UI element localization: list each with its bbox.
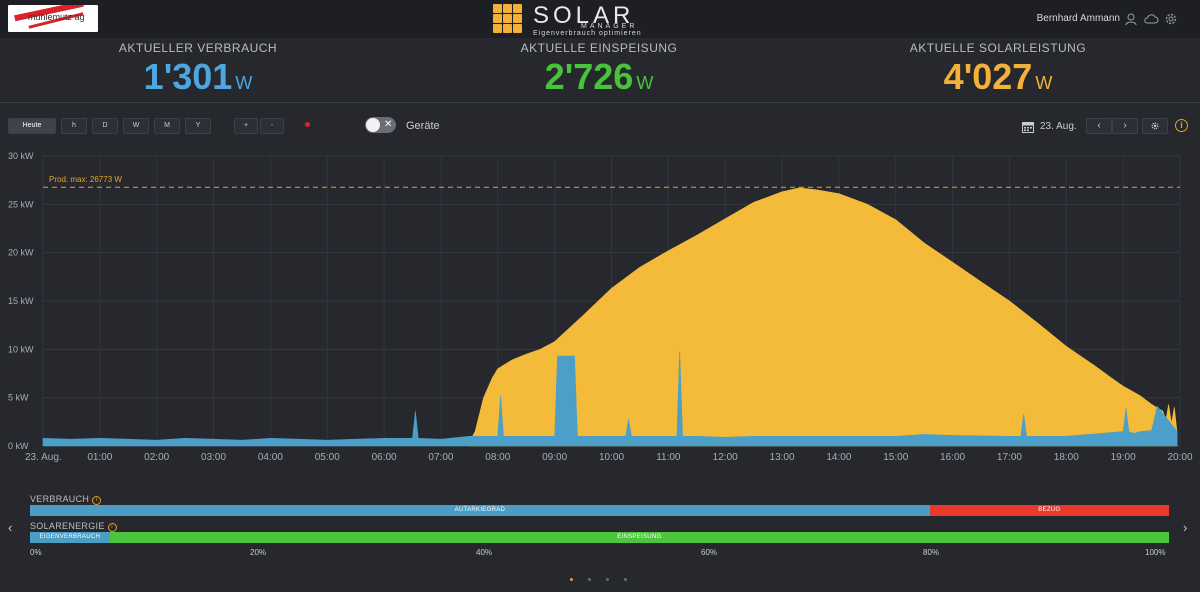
x-tick-label: 13:00: [770, 452, 795, 463]
devices-label: Geräte: [406, 120, 440, 132]
period-month-button[interactable]: M: [154, 118, 180, 134]
x-tick-label: 10:00: [599, 452, 624, 463]
period-hour-button[interactable]: h: [61, 118, 87, 134]
info-icon: i: [107, 523, 117, 532]
close-icon: ✕: [384, 119, 393, 130]
scale-label: 100%: [1145, 548, 1166, 557]
power-chart[interactable]: 0 kW 5 kW 10 kW 15 kW 20 kW 25 kW 30 kW 23. Aug…: [0, 146, 1200, 466]
eigenverbrauch-segment[interactable]: EIGENVERBRAUCH: [30, 532, 110, 543]
x-tick-label: 02:00: [144, 452, 169, 463]
einspeisung-segment[interactable]: EINSPEISUNG: [109, 532, 1169, 543]
verbrauch-title: VERBRAUCH i: [30, 494, 102, 505]
scale-label: 20%: [250, 548, 267, 557]
gear-icon: [1151, 122, 1159, 130]
x-tick-label: 09:00: [542, 452, 567, 463]
kpi-label: AKTUELLER VERBRAUCH: [118, 41, 278, 55]
zoom-out-button[interactable]: -: [260, 118, 284, 134]
pager-dot[interactable]: [624, 578, 627, 581]
y-tick-label: 10 kW: [8, 344, 34, 354]
x-tick-label: 16:00: [940, 452, 965, 463]
kpi-verbrauch: AKTUELLER VERBRAUCH 1'301 W: [48, 38, 348, 98]
y-tick-label: 0 kW: [8, 441, 29, 451]
user-icon[interactable]: [1124, 12, 1138, 26]
x-tick-label: 14:00: [826, 452, 851, 463]
prev-panel-arrow[interactable]: ‹: [8, 520, 12, 535]
brand-sub: MANAGER: [581, 23, 638, 30]
period-year-button[interactable]: Y: [185, 118, 211, 134]
kpi-value: 1'301 W: [143, 56, 253, 97]
brand-grid-icon: [493, 4, 523, 34]
user-name[interactable]: Bernhard Ammann: [1037, 13, 1120, 24]
x-tick-label: 08:00: [485, 452, 510, 463]
zoom-in-button[interactable]: +: [234, 118, 258, 134]
kpi-panel: AKTUELLER VERBRAUCH 1'301 W AKTUELLE EINS…: [0, 38, 1200, 103]
y-tick-label: 5 kW: [8, 393, 29, 403]
kpi-einspeisung: AKTUELLE EINSPEISUNG 2'726 W: [449, 38, 749, 98]
x-tick-label: 06:00: [372, 452, 397, 463]
top-bar: mühlemutz ag SOLAR MANAGER Eigenverbrauc…: [0, 0, 1200, 38]
pager-dot[interactable]: [588, 578, 591, 581]
y-tick-label: 20 kW: [8, 248, 34, 258]
info-icon[interactable]: i: [1175, 119, 1188, 132]
x-tick-label: 20:00: [1167, 452, 1192, 463]
scale-label: 80%: [923, 548, 940, 557]
x-tick-label: 11:00: [656, 452, 681, 463]
next-panel-arrow[interactable]: ›: [1183, 520, 1187, 535]
live-indicator-icon: [305, 122, 310, 127]
y-tick-label: 25 kW: [8, 199, 34, 209]
date-label[interactable]: 23. Aug.: [1040, 121, 1077, 132]
x-tick-label: 07:00: [428, 452, 453, 463]
next-date-button[interactable]: ›: [1112, 118, 1138, 134]
x-tick-label: 17:00: [997, 452, 1022, 463]
kpi-value: 2'726 W: [544, 56, 654, 97]
prev-date-button[interactable]: ‹: [1086, 118, 1112, 134]
x-tick-label: 23. Aug.: [25, 452, 62, 463]
y-tick-label: 30 kW: [8, 151, 34, 161]
kpi-value: 4'027 W: [943, 56, 1053, 97]
x-tick-label: 19:00: [1111, 452, 1136, 463]
cloud-icon[interactable]: [1143, 12, 1159, 26]
company-logo[interactable]: mühlemutz ag: [8, 5, 98, 32]
x-tick-label: 15:00: [883, 452, 908, 463]
x-tick-label: 05:00: [315, 452, 340, 463]
kpi-solarleistung: AKTUELLE SOLARLEISTUNG 4'027 W: [848, 38, 1148, 98]
kpi-label: AKTUELLE EINSPEISUNG: [520, 41, 678, 55]
autarkiegrad-segment[interactable]: AUTARKIEGRAD: [30, 505, 930, 516]
scale-label: 60%: [701, 548, 718, 557]
scale-label: 40%: [476, 548, 493, 557]
solarenergie-title: SOLARENERGIE i: [30, 521, 117, 532]
y-tick-label: 15 kW: [8, 296, 34, 306]
x-tick-label: 01:00: [87, 452, 112, 463]
kpi-label: AKTUELLE SOLARLEISTUNG: [909, 41, 1087, 55]
toggle-knob: [366, 118, 380, 132]
brand-tagline: Eigenverbrauch optimieren: [533, 30, 642, 37]
x-tick-label: 04:00: [258, 452, 283, 463]
calendar-icon[interactable]: [1022, 121, 1034, 133]
period-day-button[interactable]: D: [92, 118, 118, 134]
bezug-segment[interactable]: BEZUG: [929, 505, 1169, 516]
period-week-button[interactable]: W: [123, 118, 149, 134]
pager-dot[interactable]: [606, 578, 609, 581]
x-tick-label: 03:00: [201, 452, 226, 463]
prod-max-annotation: Prod. max: 26773 W: [49, 175, 122, 184]
pager-dot[interactable]: [570, 578, 573, 581]
gear-icon[interactable]: [1164, 12, 1178, 26]
scale-label: 0%: [30, 548, 42, 557]
info-icon: i: [92, 496, 102, 505]
x-tick-label: 18:00: [1054, 452, 1079, 463]
logo-text: mühlemutz ag: [28, 12, 85, 22]
period-today-button[interactable]: Heute: [8, 118, 56, 134]
devices-toggle[interactable]: ✕: [365, 117, 396, 133]
chart-settings-button[interactable]: [1142, 118, 1168, 134]
x-tick-label: 12:00: [713, 452, 738, 463]
